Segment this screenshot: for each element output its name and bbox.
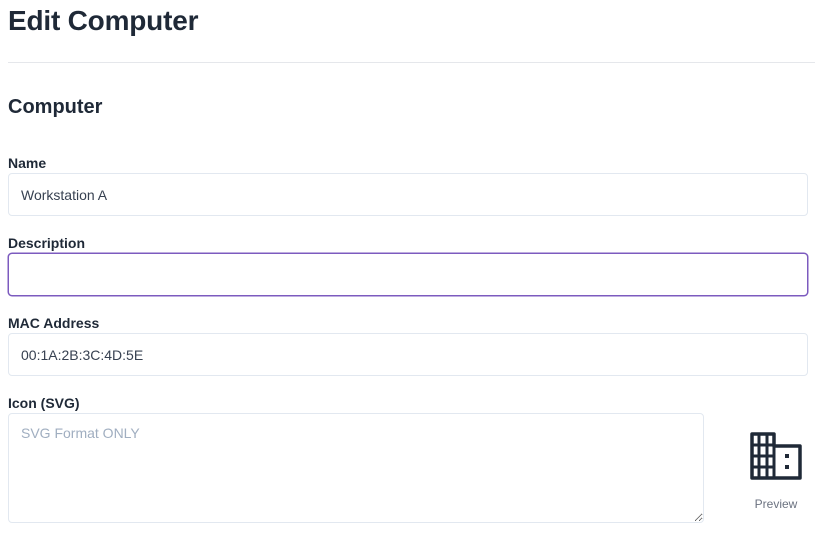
building-icon (750, 432, 802, 480)
header-divider (8, 62, 815, 63)
description-label: Description (8, 235, 86, 251)
icon-svg-label: Icon (SVG) (8, 395, 80, 411)
mac-address-label: MAC Address (8, 315, 100, 331)
name-label: Name (8, 155, 47, 171)
icon-svg-textarea[interactable] (8, 413, 704, 523)
section-title: Computer (8, 96, 103, 118)
edit-computer-page: Edit Computer Computer Name Description … (0, 0, 815, 533)
mac-address-input[interactable] (8, 333, 808, 376)
description-input[interactable] (8, 253, 808, 296)
page-title: Edit Computer (8, 5, 199, 36)
preview-label: Preview (754, 497, 798, 511)
name-input[interactable] (8, 173, 808, 216)
